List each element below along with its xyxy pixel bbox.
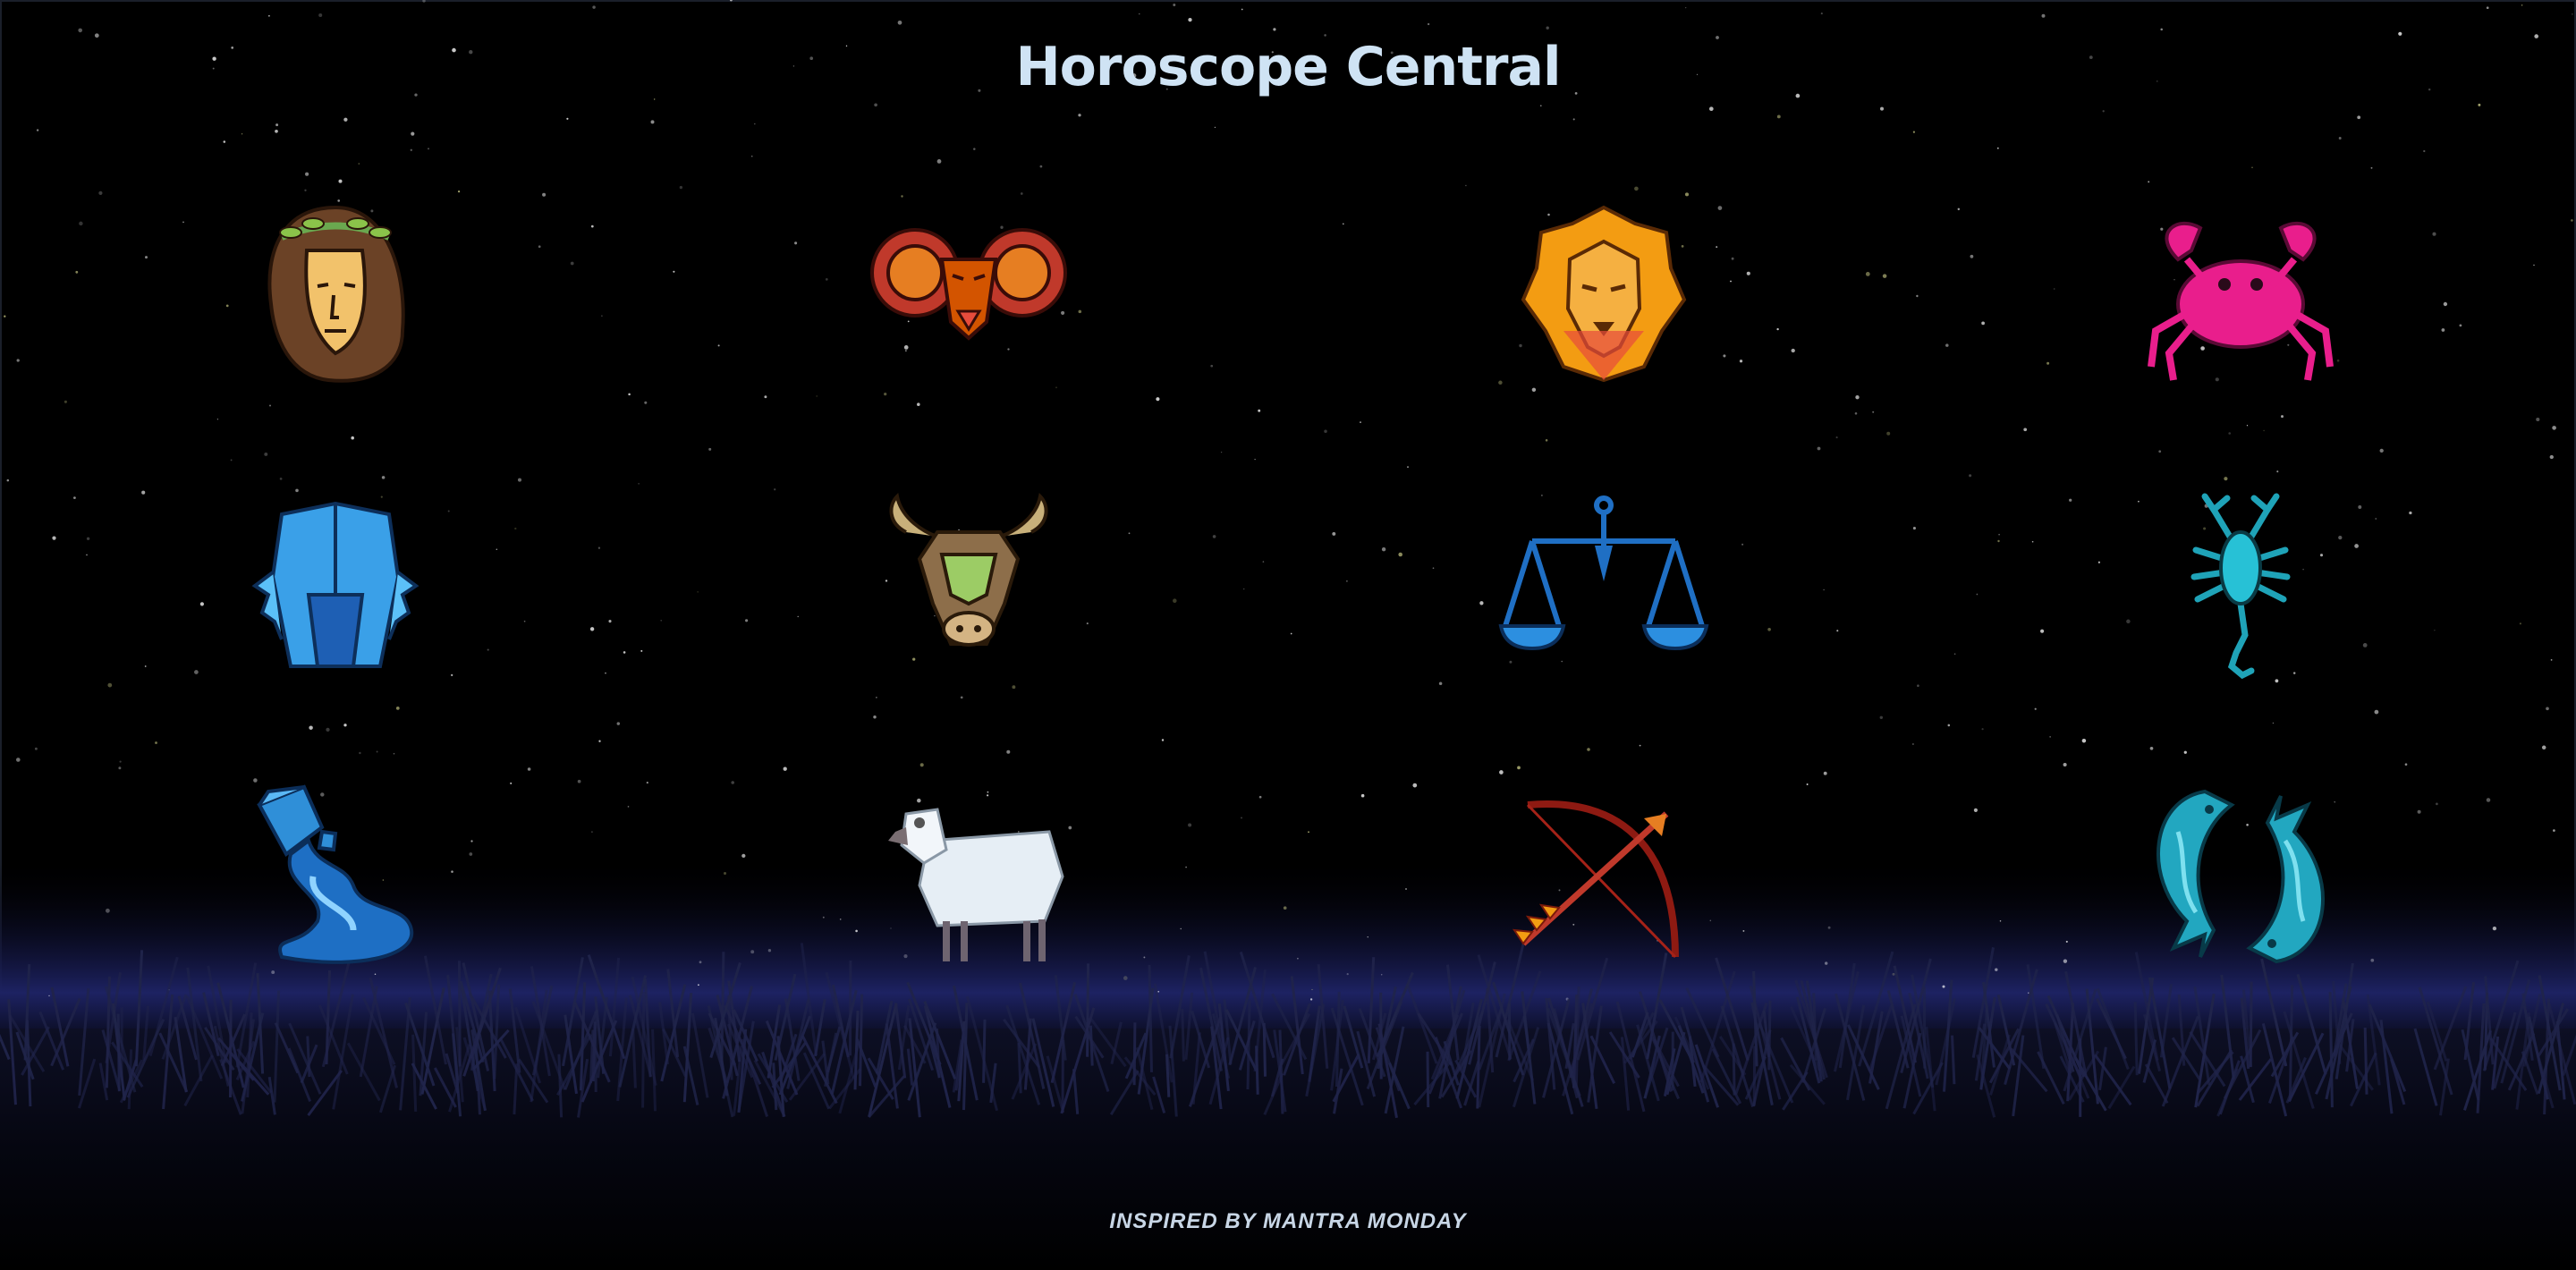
sign-gemini[interactable]: [219, 487, 452, 684]
pisces-fish-icon: [2157, 789, 2325, 964]
sign-sheep[interactable]: [852, 778, 1085, 975]
sign-taurus[interactable]: [852, 487, 1085, 684]
leo-lion-icon: [1521, 205, 1687, 383]
sign-sagittarius[interactable]: [1487, 778, 1720, 975]
sign-aquarius[interactable]: [219, 778, 452, 975]
footer-credit: INSPIRED BY MANTRA MONDAY: [1109, 1209, 1467, 1233]
sign-virgo[interactable]: [219, 197, 452, 394]
sign-aries[interactable]: [852, 197, 1085, 394]
virgo-maiden-icon: [267, 205, 405, 383]
sign-cancer[interactable]: [2124, 197, 2357, 394]
taurus-bull-icon: [889, 492, 1048, 647]
gemini-twins-icon: [251, 501, 419, 668]
sheep-icon: [888, 808, 1064, 961]
scorpio-scorpion-icon: [2190, 493, 2291, 680]
sign-pisces[interactable]: [2124, 778, 2357, 975]
sign-scorpio[interactable]: [2124, 487, 2357, 684]
page-title: Horoscope Central: [1015, 36, 1561, 98]
sign-libra[interactable]: [1487, 487, 1720, 684]
cancer-crab-icon: [2148, 222, 2334, 381]
sagittarius-bow-arrow-icon: [1512, 800, 1679, 959]
aries-ram-icon: [870, 228, 1067, 341]
libra-scales-icon: [1498, 495, 1709, 651]
sign-leo[interactable]: [1487, 197, 1720, 394]
aquarius-water-bearer-icon: [257, 784, 414, 964]
